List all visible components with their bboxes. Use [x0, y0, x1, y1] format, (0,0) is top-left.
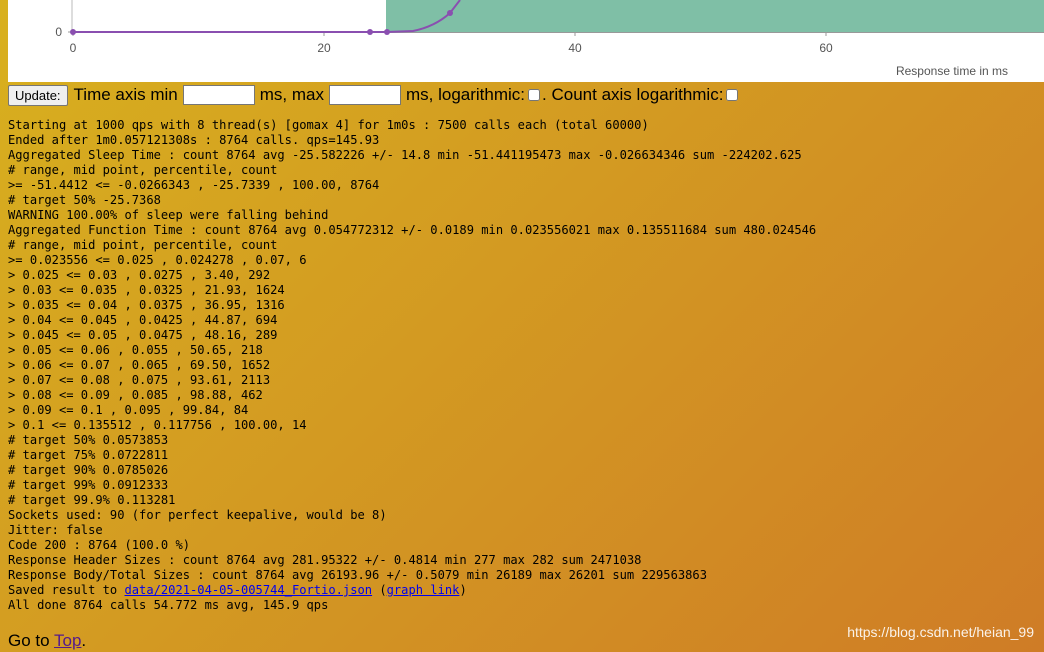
line-point	[70, 29, 76, 35]
saved-middle: (	[372, 583, 387, 597]
footer-suffix: .	[81, 631, 87, 650]
log-line: Ended after 1m0.057121308s : 8764 calls.…	[8, 133, 380, 147]
watermark-text: https://blog.csdn.net/heian_99	[847, 624, 1034, 640]
histogram-chart: 0 0 20 40 60 Response time in ms	[8, 0, 1044, 82]
log-line: Jitter: false	[8, 523, 103, 537]
log-line-final: All done 8764 calls 54.772 ms avg, 145.9…	[8, 598, 329, 612]
plot-area-white	[72, 0, 386, 32]
log-line: # target 75% 0.0722811	[8, 448, 169, 462]
log-line: Starting at 1000 qps with 8 thread(s) [g…	[8, 118, 649, 132]
line-point	[367, 29, 373, 35]
log-line: > 0.05 <= 0.06 , 0.055 , 50.65, 218	[8, 343, 263, 357]
log-line: > 0.1 <= 0.135512 , 0.117756 , 100.00, 1…	[8, 418, 307, 432]
log-line: > 0.025 <= 0.03 , 0.0275 , 3.40, 292	[8, 268, 271, 282]
log-line: Response Header Sizes : count 8764 avg 2…	[8, 553, 642, 567]
log-line: >= 0.023556 <= 0.025 , 0.024278 , 0.07, …	[8, 253, 307, 267]
saved-result-line: Saved result to data/2021-04-05-005744_F…	[8, 583, 816, 598]
histogram-svg: 0 0 20 40 60 Response time in ms	[55, 0, 1044, 78]
line-point	[384, 29, 390, 35]
x-axis-title: Response time in ms	[896, 64, 1008, 78]
log-line: >= -51.4412 <= -0.0266343 , -25.7339 , 1…	[8, 178, 380, 192]
log-line: > 0.06 <= 0.07 , 0.065 , 69.50, 1652	[8, 358, 271, 372]
top-link[interactable]: Top	[54, 631, 81, 650]
log-line: # target 90% 0.0785026	[8, 463, 169, 477]
saved-suffix: )	[459, 583, 467, 597]
log-line: # target 99% 0.0912333	[8, 478, 169, 492]
log-line: > 0.09 <= 0.1 , 0.095 , 99.84, 84	[8, 403, 249, 417]
x-tick-label: 60	[819, 41, 833, 55]
log-line: > 0.04 <= 0.045 , 0.0425 , 44.87, 694	[8, 313, 278, 327]
time-axis-max-input[interactable]	[329, 85, 401, 105]
x-tick-label: 20	[317, 41, 331, 55]
log-line: # target 99.9% 0.113281	[8, 493, 176, 507]
histogram-bar	[386, 0, 1044, 32]
log-line: # target 50% -25.7368	[8, 193, 161, 207]
footer: Go to Top.	[8, 631, 86, 651]
saved-prefix: Saved result to	[8, 583, 125, 597]
count-axis-log-checkbox[interactable]	[726, 89, 739, 101]
time-axis-log-checkbox[interactable]	[528, 89, 541, 101]
count-axis-log-label: . Count axis logarithmic:	[542, 85, 724, 104]
saved-json-link[interactable]: data/2021-04-05-005744_Fortio.json	[125, 583, 373, 597]
chart-controls: Update: Time axis min ms, max ms, logari…	[8, 84, 740, 106]
result-log: Starting at 1000 qps with 8 thread(s) [g…	[8, 118, 816, 613]
log-line: # range, mid point, percentile, count	[8, 238, 278, 252]
footer-prefix: Go to	[8, 631, 54, 650]
x-tick-label: 40	[568, 41, 582, 55]
log-line: Sockets used: 90 (for perfect keepalive,…	[8, 508, 387, 522]
log-line: Aggregated Sleep Time : count 8764 avg -…	[8, 148, 802, 162]
log-line: > 0.035 <= 0.04 , 0.0375 , 36.95, 1316	[8, 298, 285, 312]
log-line: Aggregated Function Time : count 8764 av…	[8, 223, 817, 237]
log-line: Code 200 : 8764 (100.0 %)	[8, 538, 191, 552]
log-line: # range, mid point, percentile, count	[8, 163, 278, 177]
line-point	[447, 10, 453, 16]
update-button[interactable]: Update:	[8, 84, 68, 106]
log-line: > 0.08 <= 0.09 , 0.085 , 98.88, 462	[8, 388, 263, 402]
log-line: # target 50% 0.0573853	[8, 433, 169, 447]
log-line: Response Body/Total Sizes : count 8764 a…	[8, 568, 707, 582]
ms-logarithmic-label: ms, logarithmic:	[406, 85, 526, 104]
time-axis-min-label: Time axis min	[73, 85, 178, 104]
graph-link[interactable]: graph link	[387, 583, 460, 597]
x-tick-label: 0	[70, 41, 77, 55]
log-line: > 0.07 <= 0.08 , 0.075 , 93.61, 2113	[8, 373, 271, 387]
log-line: > 0.03 <= 0.035 , 0.0325 , 21.93, 1624	[8, 283, 285, 297]
ms-max-label: ms, max	[259, 85, 324, 104]
time-axis-min-input[interactable]	[182, 85, 255, 105]
log-line: WARNING 100.00% of sleep were falling be…	[8, 208, 329, 222]
y-tick-label: 0	[55, 25, 62, 39]
log-line: > 0.045 <= 0.05 , 0.0475 , 48.16, 289	[8, 328, 278, 342]
